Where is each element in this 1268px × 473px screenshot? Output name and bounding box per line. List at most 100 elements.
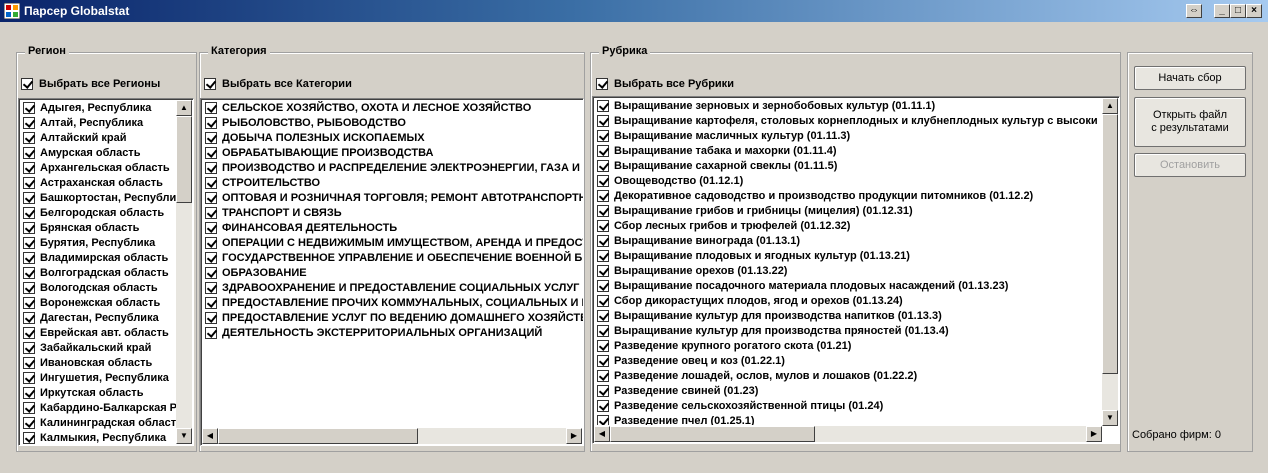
region-item[interactable]: Адыгея, Республика [21, 100, 176, 115]
rubric-item[interactable]: Декоративное садоводство и производство … [595, 188, 1102, 203]
checkbox-checked-icon[interactable] [597, 99, 609, 112]
region-item[interactable]: Алтайский край [21, 130, 176, 145]
category-item[interactable]: ОБРАЗОВАНИЕ [203, 265, 583, 280]
region-item[interactable]: Алтай, Республика [21, 115, 176, 130]
rubric-list[interactable]: Выращивание зерновых и зернобобовых куль… [592, 96, 1120, 444]
category-item[interactable]: ЗДРАВООХРАНЕНИЕ И ПРЕДОСТАВЛЕНИЕ СОЦИАЛЬ… [203, 280, 583, 295]
checkbox-checked-icon[interactable] [23, 146, 35, 159]
rubric-item[interactable]: Разведение лошадей, ослов, мулов и лошак… [595, 368, 1102, 383]
scroll-thumb[interactable] [218, 428, 418, 444]
checkbox-checked-icon[interactable] [205, 281, 217, 294]
window-titlebar[interactable]: Парсер Globalstat ⇔ _ □ × [0, 0, 1268, 22]
scroll-up-icon[interactable]: ▲ [176, 100, 192, 116]
scroll-down-icon[interactable]: ▼ [1102, 410, 1118, 426]
rubric-item[interactable]: Выращивание масличных культур (01.11.3) [595, 128, 1102, 143]
checkbox-checked-icon[interactable] [205, 311, 217, 324]
checkbox-checked-icon[interactable] [205, 101, 217, 114]
checkbox-checked-icon[interactable] [205, 161, 217, 174]
checkbox-checked-icon[interactable] [597, 159, 609, 172]
checkbox-checked-icon[interactable] [597, 114, 609, 127]
checkbox-checked-icon[interactable] [23, 191, 35, 204]
checkbox-checked-icon[interactable] [23, 326, 35, 339]
checkbox-checked-icon[interactable] [597, 249, 609, 262]
rubric-item[interactable]: Разведение свиней (01.23) [595, 383, 1102, 398]
checkbox-checked-icon[interactable] [23, 296, 35, 309]
checkbox-checked-icon[interactable] [205, 326, 217, 339]
checkbox-checked-icon[interactable] [597, 309, 609, 322]
checkbox-checked-icon[interactable] [205, 266, 217, 279]
region-item[interactable]: Волгоградская область [21, 265, 176, 280]
region-item[interactable]: Калининградская област [21, 415, 176, 430]
category-item[interactable]: РЫБОЛОВСТВО, РЫБОВОДСТВО [203, 115, 583, 130]
region-item[interactable]: Вологодская область [21, 280, 176, 295]
checkbox-checked-icon[interactable] [23, 341, 35, 354]
rubric-item[interactable]: Разведение сельскохозяйственной птицы (0… [595, 398, 1102, 413]
rubric-item[interactable]: Выращивание культур для производства пря… [595, 323, 1102, 338]
checkbox-checked-icon[interactable] [597, 324, 609, 337]
region-item[interactable]: Бурятия, Республика [21, 235, 176, 250]
checkbox-checked-icon[interactable] [597, 264, 609, 277]
checkbox-checked-icon[interactable] [597, 294, 609, 307]
checkbox-checked-icon[interactable] [204, 78, 216, 90]
open-results-button[interactable]: Открыть файл с результатами [1134, 97, 1246, 147]
checkbox-checked-icon[interactable] [23, 431, 35, 444]
checkbox-checked-icon[interactable] [23, 311, 35, 324]
stop-button[interactable]: Остановить [1134, 153, 1246, 177]
region-item[interactable]: Дагестан, Республика [21, 310, 176, 325]
maximize-button[interactable]: □ [1230, 4, 1246, 18]
checkbox-checked-icon[interactable] [597, 399, 609, 412]
region-item[interactable]: Воронежская область [21, 295, 176, 310]
scroll-right-icon[interactable]: ▶ [1086, 426, 1102, 442]
region-item[interactable]: Белгородская область [21, 205, 176, 220]
scroll-left-icon[interactable]: ◀ [202, 428, 218, 444]
checkbox-checked-icon[interactable] [23, 416, 35, 429]
checkbox-checked-icon[interactable] [597, 279, 609, 292]
category-item[interactable]: СТРОИТЕЛЬСТВО [203, 175, 583, 190]
rubric-item[interactable]: Овощеводство (01.12.1) [595, 173, 1102, 188]
checkbox-checked-icon[interactable] [205, 296, 217, 309]
checkbox-checked-icon[interactable] [205, 236, 217, 249]
region-item[interactable]: Иркутская область [21, 385, 176, 400]
region-item[interactable]: Амурская область [21, 145, 176, 160]
rubric-item[interactable]: Выращивание картофеля, столовых корнепло… [595, 113, 1102, 128]
checkbox-checked-icon[interactable] [205, 206, 217, 219]
resize-icon[interactable]: ⇔ [1186, 4, 1202, 18]
checkbox-checked-icon[interactable] [23, 266, 35, 279]
checkbox-checked-icon[interactable] [23, 386, 35, 399]
checkbox-checked-icon[interactable] [205, 251, 217, 264]
region-item[interactable]: Еврейская авт. область [21, 325, 176, 340]
scroll-right-icon[interactable]: ▶ [566, 428, 582, 444]
checkbox-checked-icon[interactable] [597, 354, 609, 367]
checkbox-checked-icon[interactable] [205, 176, 217, 189]
checkbox-checked-icon[interactable] [597, 189, 609, 202]
checkbox-checked-icon[interactable] [23, 161, 35, 174]
checkbox-checked-icon[interactable] [597, 144, 609, 157]
rubric-item[interactable]: Выращивание табака и махорки (01.11.4) [595, 143, 1102, 158]
region-list[interactable]: Адыгея, Республика Алтай, Республика Алтай… [18, 98, 194, 446]
category-horizontal-scrollbar[interactable]: ◀ ▶ [202, 428, 582, 444]
checkbox-checked-icon[interactable] [205, 191, 217, 204]
checkbox-checked-icon[interactable] [21, 78, 33, 90]
checkbox-checked-icon[interactable] [596, 78, 608, 90]
rubric-horizontal-scrollbar[interactable]: ◀ ▶ [594, 426, 1102, 442]
checkbox-checked-icon[interactable] [23, 131, 35, 144]
checkbox-checked-icon[interactable] [205, 221, 217, 234]
checkbox-checked-icon[interactable] [597, 384, 609, 397]
region-item[interactable]: Ивановская область [21, 355, 176, 370]
region-vertical-scrollbar[interactable]: ▲ ▼ [176, 100, 192, 444]
scroll-thumb[interactable] [1102, 114, 1118, 374]
checkbox-checked-icon[interactable] [23, 401, 35, 414]
rubric-item[interactable]: Разведение крупного рогатого скота (01.2… [595, 338, 1102, 353]
checkbox-checked-icon[interactable] [597, 174, 609, 187]
region-item[interactable]: Башкортостан, Республи [21, 190, 176, 205]
region-item[interactable]: Брянская область [21, 220, 176, 235]
region-item[interactable]: Ингушетия, Республика [21, 370, 176, 385]
rubric-item[interactable]: Выращивание орехов (01.13.22) [595, 263, 1102, 278]
region-item[interactable]: Забайкальский край [21, 340, 176, 355]
select-all-rubrics-checkbox[interactable]: Выбрать все Рубрики [596, 78, 734, 90]
category-item[interactable]: ПРЕДОСТАВЛЕНИЕ ПРОЧИХ КОММУНАЛЬНЫХ, СОЦИ… [203, 295, 583, 310]
category-item[interactable]: ФИНАНСОВАЯ ДЕЯТЕЛЬНОСТЬ [203, 220, 583, 235]
category-item[interactable]: ДОБЫЧА ПОЛЕЗНЫХ ИСКОПАЕМЫХ [203, 130, 583, 145]
start-button[interactable]: Начать сбор [1134, 66, 1246, 90]
rubric-item[interactable]: Выращивание зерновых и зернобобовых куль… [595, 98, 1102, 113]
